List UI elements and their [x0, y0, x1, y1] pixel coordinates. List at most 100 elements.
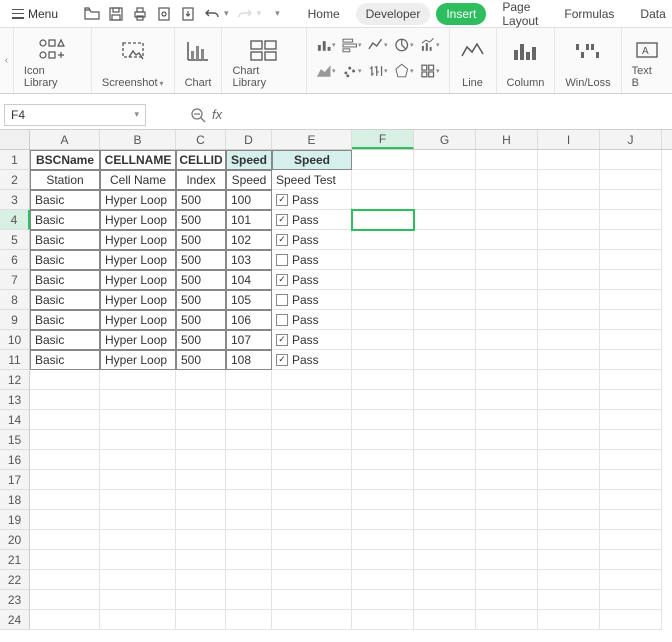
cell-F16[interactable] [352, 450, 414, 470]
cell-F1[interactable] [352, 150, 414, 170]
bar-chart-icon[interactable]: ▾ [316, 35, 336, 55]
cell-D22[interactable] [226, 570, 272, 590]
cell-I2[interactable] [538, 170, 600, 190]
cell-B23[interactable] [100, 590, 176, 610]
cell-A11[interactable]: Basic [30, 350, 100, 370]
cell-H21[interactable] [476, 550, 538, 570]
name-box[interactable]: F4 ▾ [4, 104, 146, 126]
cell-B4[interactable]: Hyper Loop [100, 210, 176, 230]
cell-H13[interactable] [476, 390, 538, 410]
cell-G23[interactable] [414, 590, 476, 610]
cell-B10[interactable]: Hyper Loop [100, 330, 176, 350]
cell-E9[interactable]: Pass [272, 310, 352, 330]
ribbon-group-sparkline-column[interactable]: Column [497, 28, 556, 93]
open-icon[interactable] [84, 6, 100, 22]
cell-I16[interactable] [538, 450, 600, 470]
cell-F17[interactable] [352, 470, 414, 490]
cell-C24[interactable] [176, 610, 226, 630]
cell-I9[interactable] [538, 310, 600, 330]
cell-D3[interactable]: 100 [226, 190, 272, 210]
cell-H5[interactable] [476, 230, 538, 250]
row-header[interactable]: 3 [0, 190, 30, 210]
cell-E17[interactable] [272, 470, 352, 490]
cell-C6[interactable]: 500 [176, 250, 226, 270]
print-preview-icon[interactable] [156, 6, 172, 22]
cell-I10[interactable] [538, 330, 600, 350]
cell-D15[interactable] [226, 430, 272, 450]
cell-B17[interactable] [100, 470, 176, 490]
cell-E14[interactable] [272, 410, 352, 430]
row-header[interactable]: 1 [0, 150, 30, 170]
more-charts-icon[interactable]: ▾ [420, 61, 440, 81]
cell-A12[interactable] [30, 370, 100, 390]
cell-H15[interactable] [476, 430, 538, 450]
cell-F7[interactable] [352, 270, 414, 290]
cell-H17[interactable] [476, 470, 538, 490]
ribbon-group-sparkline-line[interactable]: Line [450, 28, 497, 93]
cell-F13[interactable] [352, 390, 414, 410]
cell-E13[interactable] [272, 390, 352, 410]
cell-C16[interactable] [176, 450, 226, 470]
cell-G4[interactable] [414, 210, 476, 230]
export-icon[interactable] [180, 6, 196, 22]
cell-B20[interactable] [100, 530, 176, 550]
cell-D14[interactable] [226, 410, 272, 430]
row-header[interactable]: 23 [0, 590, 30, 610]
cell-H14[interactable] [476, 410, 538, 430]
cell-J6[interactable] [600, 250, 662, 270]
cell-A2[interactable]: Station [30, 170, 100, 190]
cell-D7[interactable]: 104 [226, 270, 272, 290]
cell-H23[interactable] [476, 590, 538, 610]
cell-H16[interactable] [476, 450, 538, 470]
cell-E10[interactable]: ✓Pass [272, 330, 352, 350]
cell-I22[interactable] [538, 570, 600, 590]
ribbon-group-sparkline-winloss[interactable]: Win/Loss [555, 28, 621, 93]
cell-H6[interactable] [476, 250, 538, 270]
cell-B3[interactable]: Hyper Loop [100, 190, 176, 210]
save-icon[interactable] [108, 6, 124, 22]
select-all-corner[interactable] [0, 130, 30, 149]
cell-C17[interactable] [176, 470, 226, 490]
cell-I5[interactable] [538, 230, 600, 250]
cell-A7[interactable]: Basic [30, 270, 100, 290]
cell-G22[interactable] [414, 570, 476, 590]
cell-G21[interactable] [414, 550, 476, 570]
cell-A1[interactable]: BSCName [30, 150, 100, 170]
row-header[interactable]: 11 [0, 350, 30, 370]
cell-B11[interactable]: Hyper Loop [100, 350, 176, 370]
cell-D5[interactable]: 102 [226, 230, 272, 250]
undo-dropdown-icon[interactable]: ▾ [224, 8, 229, 19]
cell-H7[interactable] [476, 270, 538, 290]
column-header-F[interactable]: F [352, 130, 414, 149]
cell-I17[interactable] [538, 470, 600, 490]
cell-A5[interactable]: Basic [30, 230, 100, 250]
ribbon-group-chart-library[interactable]: Chart Library [222, 28, 306, 93]
cell-F15[interactable] [352, 430, 414, 450]
cell-J18[interactable] [600, 490, 662, 510]
cell-E1[interactable]: Speed [272, 150, 352, 170]
cell-G20[interactable] [414, 530, 476, 550]
cell-G15[interactable] [414, 430, 476, 450]
row-header[interactable]: 21 [0, 550, 30, 570]
cell-J21[interactable] [600, 550, 662, 570]
cell-J14[interactable] [600, 410, 662, 430]
row-header[interactable]: 22 [0, 570, 30, 590]
cell-A16[interactable] [30, 450, 100, 470]
cell-E8[interactable]: Pass [272, 290, 352, 310]
cell-I23[interactable] [538, 590, 600, 610]
cell-F6[interactable] [352, 250, 414, 270]
cell-A10[interactable]: Basic [30, 330, 100, 350]
cell-H3[interactable] [476, 190, 538, 210]
cell-C9[interactable]: 500 [176, 310, 226, 330]
column-header-B[interactable]: B [100, 130, 176, 149]
cell-E2[interactable]: Speed Test [272, 170, 352, 190]
cell-E24[interactable] [272, 610, 352, 630]
cell-I20[interactable] [538, 530, 600, 550]
row-header[interactable]: 13 [0, 390, 30, 410]
cell-B12[interactable] [100, 370, 176, 390]
cell-I3[interactable] [538, 190, 600, 210]
cell-F5[interactable] [352, 230, 414, 250]
cell-D2[interactable]: Speed [226, 170, 272, 190]
cell-B5[interactable]: Hyper Loop [100, 230, 176, 250]
cell-H22[interactable] [476, 570, 538, 590]
